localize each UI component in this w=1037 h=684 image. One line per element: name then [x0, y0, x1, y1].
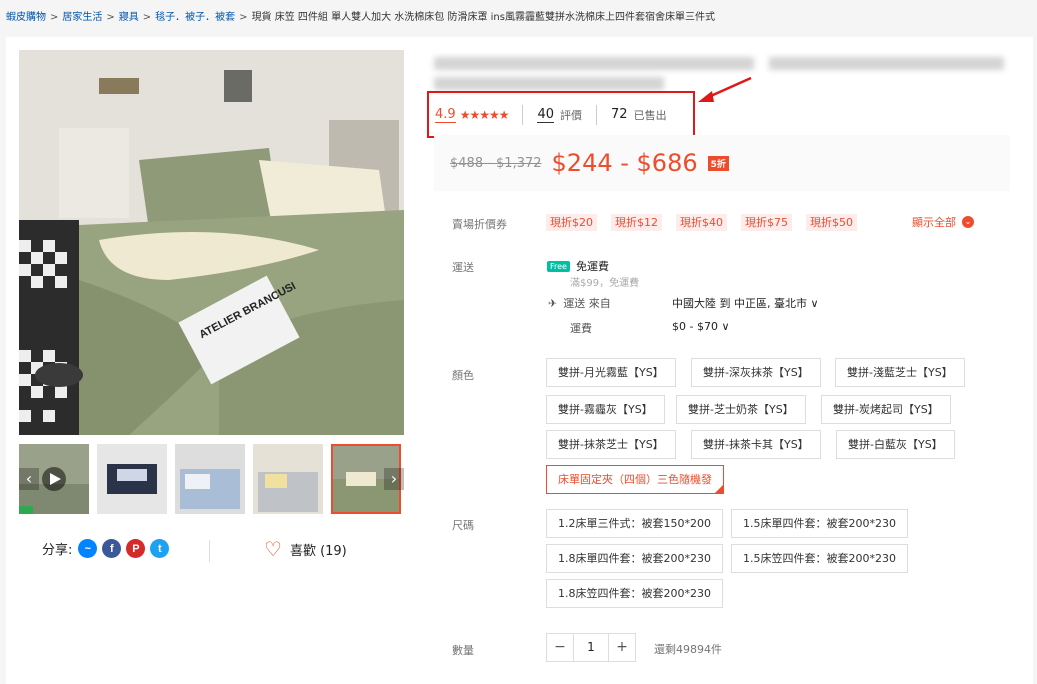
thumbnail-prev-button[interactable]: ‹ — [19, 468, 39, 490]
breadcrumb-separator: > — [239, 12, 248, 23]
ship-from-label: ✈ 運送 來自 — [548, 297, 611, 310]
twitter-icon[interactable]: t — [150, 539, 170, 558]
quantity-minus-button[interactable]: − — [547, 634, 573, 661]
rating-summary: 4.9 ★★★★★ 40 評價 72 已售出 — [427, 91, 695, 138]
share-like-divider — [209, 540, 210, 562]
voucher-20[interactable]: 現折$20 — [546, 214, 597, 231]
color-option-9[interactable]: 雙拼-白藍灰【YS】 — [836, 430, 955, 459]
vouchers-label: 賣場折價券 — [452, 218, 507, 231]
quantity-plus-button[interactable]: + — [609, 634, 635, 661]
quantity-label: 數量 — [452, 644, 474, 657]
breadcrumb-separator: > — [142, 12, 152, 23]
rating-score[interactable]: 4.9 — [435, 107, 456, 123]
size-label: 尺碼 — [452, 519, 474, 532]
show-all-vouchers-button[interactable]: 顯示全部 ⌄ — [912, 214, 974, 230]
size-option-3[interactable]: 1.8床單四件套：被套200*230 — [546, 544, 723, 573]
ship-from-value[interactable]: 中國大陸 到 中正區, 臺北市 ∨ — [672, 295, 819, 311]
free-shipping: Free 免運費 — [547, 258, 609, 274]
voucher-75[interactable]: 現折$75 — [741, 214, 792, 231]
chevron-down-icon: ⌄ — [962, 216, 974, 228]
discount-badge: 5折 — [707, 155, 729, 171]
heart-icon: ♡ — [264, 537, 282, 561]
breadcrumb-link-home-living[interactable]: 居家生活 — [62, 12, 102, 23]
pinterest-icon[interactable]: P — [126, 539, 146, 558]
size-option-5[interactable]: 1.8床笠四件套：被套200*230 — [546, 579, 723, 608]
breadcrumb-separator: > — [106, 12, 115, 23]
voucher-50[interactable]: 現折$50 — [806, 214, 857, 231]
rating-divider — [522, 104, 524, 125]
breadcrumb: 蝦皮購物 > 居家生活 > 寢具 > 毯子．被子．被套 > 現貨 床笠 四件組 單人雙人加大 水… — [6, 8, 715, 23]
breadcrumb-link-shopee[interactable]: 蝦皮購物 — [6, 12, 46, 23]
reviews-label: 評價 — [560, 108, 583, 122]
thumbnail-3[interactable] — [175, 444, 245, 514]
sold-count: 72 — [611, 107, 628, 122]
truck-icon: ✈ — [548, 297, 558, 310]
stock-remaining: 還剩49894件 — [654, 643, 722, 656]
color-option-3[interactable]: 雙拼-淺藍芝士【YS】 — [835, 358, 965, 387]
reviews-count[interactable]: 40 — [537, 107, 555, 123]
color-option-4[interactable]: 雙拼-霧霾灰【YS】 — [546, 395, 665, 424]
breadcrumb-separator: > — [50, 12, 59, 23]
color-option-1[interactable]: 雙拼-月光霧藍【YS】 — [546, 358, 676, 387]
quantity-input[interactable]: 1 — [573, 634, 609, 661]
color-option-2[interactable]: 雙拼-深灰抹茶【YS】 — [691, 358, 821, 387]
voucher-40[interactable]: 現折$40 — [676, 214, 727, 231]
free-shipping-condition: 滿$99，免運費 — [570, 278, 640, 289]
current-price: $244 - $686 — [551, 149, 698, 177]
annotation-arrow-icon — [698, 76, 752, 102]
shipping-fee-value[interactable]: $0 - $70 ∨ — [672, 320, 730, 333]
like-button[interactable]: ♡ 喜歡 (19) — [264, 539, 347, 559]
voucher-12[interactable]: 現折$12 — [611, 214, 662, 231]
original-price: $488 - $1,372 — [450, 155, 542, 171]
share-label: 分享: — [42, 543, 73, 558]
shipping-label: 運送 — [452, 261, 474, 274]
size-option-2[interactable]: 1.5床單四件套：被套200*230 — [731, 509, 908, 538]
main-product-image[interactable]: ATELIER BRANCUSI — [19, 50, 404, 435]
color-option-5[interactable]: 雙拼-芝士奶茶【YS】 — [676, 395, 806, 424]
thumbnail-4[interactable] — [253, 444, 323, 514]
facebook-icon[interactable]: f — [102, 539, 122, 558]
breadcrumb-link-blankets[interactable]: 毯子．被子．被套 — [155, 12, 235, 23]
rating-stars-icon: ★★★★★ — [459, 107, 510, 122]
color-option-6[interactable]: 雙拼-炭烤起司【YS】 — [821, 395, 951, 424]
color-option-7[interactable]: 雙拼-抹茶芝士【YS】 — [546, 430, 676, 459]
size-option-4[interactable]: 1.5床笠四件套：被套200*230 — [731, 544, 908, 573]
show-all-label: 顯示全部 — [912, 216, 956, 229]
breadcrumb-link-bedding[interactable]: 寢具 — [119, 12, 139, 23]
quantity-stepper: − 1 + — [546, 633, 636, 662]
thumbnail-2[interactable] — [97, 444, 167, 514]
free-shipping-icon: Free — [547, 260, 570, 272]
shipping-fee-label: 運費 — [570, 322, 592, 335]
thumbnail-strip: ‹ › — [19, 444, 404, 514]
product-card: ATELIER BRANCUSI ‹ › 分享: ~ f P t ♡ 喜歡 (1… — [6, 37, 1033, 684]
thumbnail-next-button[interactable]: › — [384, 468, 404, 490]
color-option-10-selected[interactable]: 床單固定夾（四個）三色隨機發 — [546, 465, 724, 494]
breadcrumb-current: 現貨 床笠 四件組 單人雙人加大 水洗棉床包 防滑床罩 ins風霧霾藍雙拼水洗棉… — [251, 12, 715, 23]
size-option-1[interactable]: 1.2床單三件式：被套150*200 — [546, 509, 723, 538]
rating-divider — [596, 104, 598, 125]
free-shipping-text: 免運費 — [575, 260, 609, 273]
color-label: 顏色 — [452, 369, 474, 382]
price-section: $488 - $1,372 $244 - $686 5折 — [434, 135, 1010, 191]
share-bar: 分享: ~ f P t — [42, 539, 174, 558]
sold-label: 已售出 — [633, 108, 667, 122]
messenger-icon[interactable]: ~ — [78, 539, 98, 558]
like-label: 喜歡 (19) — [289, 543, 347, 559]
color-option-8[interactable]: 雙拼-抹茶卡其【YS】 — [691, 430, 821, 459]
